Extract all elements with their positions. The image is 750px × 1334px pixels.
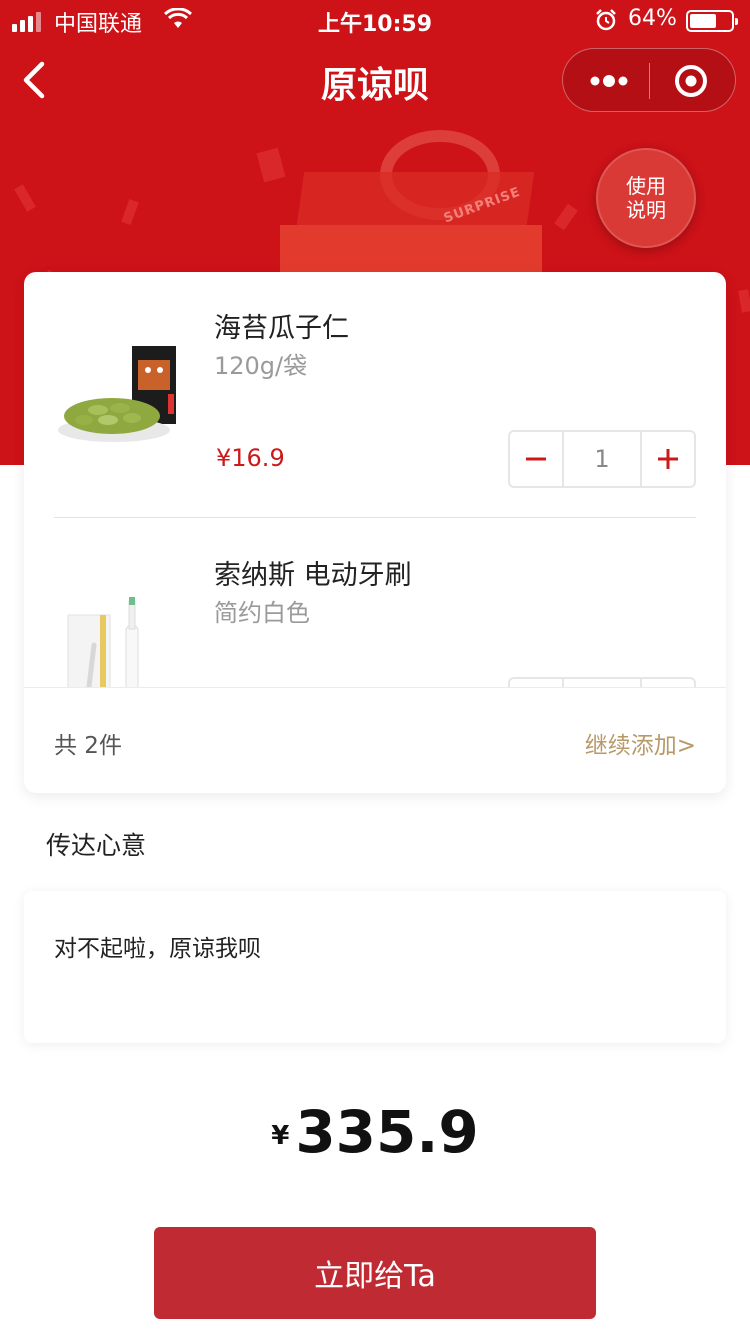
confetti-decor: [14, 184, 36, 212]
item-name: 索纳斯 电动牙刷: [214, 560, 412, 591]
cart-footer: 共 2件 继续添加>: [54, 688, 696, 793]
quantity-value[interactable]: [562, 679, 642, 687]
cart-items-list[interactable]: 海苔瓜子仁 120g/袋 ¥16.9 1 索纳斯 电动牙刷 简约白色: [24, 272, 726, 688]
status-bar: 中国联通 上午10:59 64%: [0, 0, 750, 40]
confetti-decor: [554, 203, 578, 231]
more-dots-icon[interactable]: [583, 65, 635, 97]
mini-program-capsule: [562, 48, 736, 112]
currency-symbol: ¥: [271, 1121, 290, 1151]
cart-card: 海苔瓜子仁 120g/袋 ¥16.9 1 索纳斯 电动牙刷 简约白色 共 2件 …: [24, 272, 726, 793]
quantity-stepper: 1: [508, 430, 696, 488]
grand-total: ¥335.9: [0, 1098, 750, 1166]
usage-instructions-button[interactable]: 使用说明: [596, 148, 696, 248]
confetti-decor: [121, 199, 139, 225]
target-circle-icon[interactable]: [673, 63, 709, 99]
nav-bar: 原谅呗: [0, 40, 750, 120]
capsule-divider: [649, 63, 650, 99]
plus-icon[interactable]: [642, 679, 694, 687]
alarm-icon: [594, 8, 618, 38]
quantity-stepper: [508, 677, 696, 687]
battery-fill: [690, 14, 716, 28]
seeds-bowl-image: [54, 338, 194, 458]
confetti-decor: [256, 147, 286, 183]
minus-icon[interactable]: [510, 432, 562, 486]
cart-item: 索纳斯 电动牙刷 简约白色: [54, 519, 696, 687]
total-amount: 335.9: [295, 1098, 479, 1166]
message-field[interactable]: 对不起啦，原谅我呗: [24, 891, 726, 1043]
minus-icon[interactable]: [510, 679, 562, 687]
item-spec: 简约白色: [214, 599, 310, 627]
cart-item: 海苔瓜子仁 120g/袋 ¥16.9 1: [54, 272, 696, 518]
item-spec: 120g/袋: [214, 352, 308, 380]
item-price: ¥16.9: [216, 444, 285, 472]
quantity-value[interactable]: 1: [562, 432, 642, 486]
add-more-link[interactable]: 继续添加>: [585, 726, 696, 760]
give-now-button[interactable]: 立即给Ta: [154, 1227, 596, 1319]
confetti-decor: [738, 289, 750, 313]
item-count: 共 2件: [54, 733, 122, 759]
item-name: 海苔瓜子仁: [214, 313, 349, 344]
toothbrush-image: [54, 585, 194, 687]
usage-button-label: 使用说明: [626, 174, 666, 222]
battery-icon: [686, 10, 738, 32]
message-section-label: 传达心意: [46, 831, 147, 860]
plus-icon[interactable]: [642, 432, 694, 486]
message-text[interactable]: 对不起啦，原谅我呗: [54, 929, 261, 963]
battery-percent: 64%: [628, 6, 677, 31]
